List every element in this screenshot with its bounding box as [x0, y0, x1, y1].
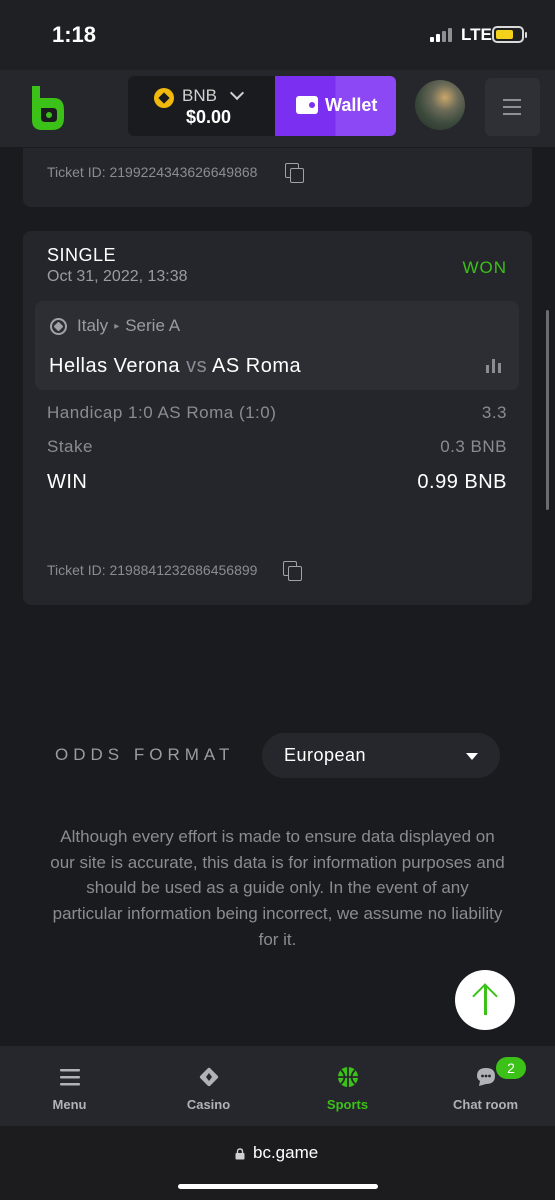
- away-team: AS Roma: [212, 355, 302, 377]
- soccer-ball-icon: [50, 318, 67, 335]
- win-value: 0.99 BNB: [417, 471, 507, 493]
- currency-selector[interactable]: BNB $0.00: [128, 76, 276, 136]
- wallet-label: Wallet: [325, 95, 378, 115]
- match-title: Hellas Verona vs AS Roma: [49, 355, 301, 378]
- copy-icon[interactable]: [285, 163, 304, 183]
- wallet-button[interactable]: Wallet: [275, 76, 396, 136]
- country-label: Italy: [77, 316, 109, 335]
- nav-sports-label: Sports: [326, 1097, 369, 1112]
- stats-icon[interactable]: [486, 359, 501, 373]
- league-label: Serie A: [125, 316, 181, 335]
- stake-row: Stake 0.3 BNB: [47, 437, 507, 457]
- scroll-top-button[interactable]: [455, 970, 515, 1030]
- chat-icon: [476, 1068, 495, 1086]
- chevron-right-icon: ▸: [114, 321, 120, 332]
- odds-format-value: European: [284, 745, 367, 765]
- chat-badge: 2: [496, 1057, 526, 1079]
- home-indicator[interactable]: [178, 1184, 378, 1189]
- nav-menu[interactable]: Menu: [0, 1046, 139, 1126]
- nav-chat-room[interactable]: Chat room: [416, 1046, 555, 1126]
- stake-value: 0.3 BNB: [440, 437, 507, 456]
- stake-label: Stake: [47, 437, 93, 456]
- caret-down-icon: [466, 753, 478, 760]
- ticket-id: Ticket ID: 2199224343626649868: [47, 164, 258, 180]
- balance-amount: $0.00: [186, 107, 232, 127]
- market-label: Handicap 1:0 AS Roma (1:0): [47, 403, 277, 422]
- bet-card: SINGLE Oct 31, 2022, 13:38 WON Italy ▸ Ser…: [23, 231, 532, 605]
- chevron-down-icon: [229, 85, 245, 101]
- sports-icon: [337, 1067, 358, 1087]
- currency-label: BNB: [182, 86, 217, 105]
- scrollbar[interactable]: [546, 310, 549, 510]
- ticket-id: Ticket ID: 2198841232686456899: [47, 562, 258, 578]
- vs-label: vs: [186, 355, 208, 377]
- nav-casino-label: Casino: [186, 1097, 231, 1112]
- arrow-up-stem: [484, 985, 487, 1015]
- url-text: bc.game: [253, 1143, 319, 1162]
- disclaimer-text: Although every effort is made to ensure …: [50, 827, 505, 949]
- nav-sports[interactable]: Sports: [278, 1046, 417, 1126]
- app-header: BNB $0.00 Wallet: [0, 70, 555, 148]
- lock-icon: [235, 1148, 245, 1160]
- status-time: 1:18: [52, 22, 97, 47]
- event-box[interactable]: Italy ▸ Serie A Hellas Verona vs AS Roma: [35, 301, 519, 390]
- bnb-coin-icon: [154, 88, 174, 108]
- avatar[interactable]: [415, 80, 465, 130]
- win-row: WIN 0.99 BNB: [47, 471, 507, 494]
- browser-url-bar[interactable]: bc.game: [0, 1126, 555, 1200]
- odds-value: 3.3: [481, 403, 507, 422]
- network-label: LTE: [461, 25, 492, 44]
- nav-menu-label: Menu: [52, 1097, 87, 1112]
- copy-icon[interactable]: [283, 561, 302, 581]
- hamburger-menu-button[interactable]: [485, 78, 540, 136]
- bet-type: SINGLE: [47, 245, 117, 265]
- bet-card-previous: Ticket ID: 2199224343626649868: [23, 148, 532, 207]
- home-team: Hellas Verona: [49, 355, 181, 377]
- battery-icon: [492, 26, 527, 43]
- bc-game-logo[interactable]: [26, 84, 68, 132]
- nav-casino[interactable]: Casino: [139, 1046, 278, 1126]
- wallet-icon: [296, 96, 318, 114]
- bottom-nav: Menu Casino Sports Chat room: [0, 1046, 555, 1126]
- win-label: WIN: [47, 471, 88, 493]
- bet-date: Oct 31, 2022, 13:38: [47, 268, 188, 285]
- casino-icon: [199, 1067, 218, 1087]
- nav-chat-label: Chat room: [453, 1097, 518, 1112]
- odds-format-select[interactable]: European: [262, 733, 500, 778]
- signal-icon: [430, 28, 452, 42]
- market-row: Handicap 1:0 AS Roma (1:0) 3.3: [47, 403, 507, 423]
- league-breadcrumb: Italy ▸ Serie A: [77, 316, 180, 336]
- odds-format-label: ODDS FORMAT: [55, 745, 235, 764]
- menu-icon: [59, 1069, 80, 1086]
- status-bar: 1:18 LTE: [0, 0, 555, 70]
- status-badge: WON: [462, 258, 507, 277]
